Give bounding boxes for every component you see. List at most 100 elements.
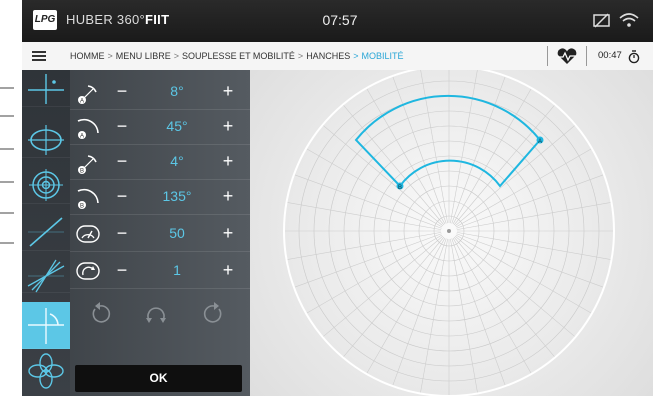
- svg-text:A: A: [80, 134, 84, 140]
- control-row: B − 4° +: [70, 144, 250, 180]
- breadcrumb-separator: >: [297, 51, 304, 61]
- increase-button[interactable]: +: [218, 150, 238, 172]
- control-row: − 1 +: [70, 253, 250, 289]
- breadcrumb-separator: >: [107, 51, 113, 61]
- grid-spoke: [286, 232, 442, 260]
- fan-sweep-icon: [27, 259, 65, 293]
- grid-spoke: [286, 202, 442, 230]
- control-row: A − 45° +: [70, 109, 250, 145]
- grid-spoke: [322, 124, 444, 227]
- heart-rate-icon[interactable]: [556, 48, 578, 65]
- angle-b-start-value: 4°: [170, 153, 184, 169]
- grid-spoke: [451, 238, 506, 387]
- grid-spoke: [420, 70, 448, 224]
- control-row: B − 135° +: [70, 179, 250, 215]
- grid-spoke: [392, 75, 447, 224]
- wifi-icon: [619, 13, 639, 27]
- breadcrumb-item-souplesse[interactable]: SOUPLESSE ET MOBILITÉ: [182, 51, 295, 61]
- grid-spoke: [453, 236, 556, 358]
- grid-spoke: [456, 202, 612, 230]
- cast-icon[interactable]: [592, 12, 612, 30]
- control-row: − 50 +: [70, 216, 250, 252]
- grid-spoke: [450, 238, 478, 394]
- repetitions-value: 1: [173, 262, 181, 278]
- grid-spoke: [455, 234, 593, 314]
- brand-prefix: HUBER 360°: [66, 12, 146, 27]
- mirror-arc-icon[interactable]: [142, 300, 170, 328]
- grid-spoke: [366, 87, 446, 225]
- grid-spoke: [293, 174, 442, 229]
- arc-small-b-icon: B: [78, 155, 97, 175]
- grid-spoke: [305, 234, 443, 314]
- increase-button[interactable]: +: [218, 115, 238, 137]
- mode-spiral[interactable]: [22, 167, 70, 204]
- status-clock: 07:57: [322, 12, 358, 28]
- diagonal-line-icon: [28, 217, 64, 247]
- rotate-right-icon[interactable]: [200, 300, 228, 328]
- decrease-button[interactable]: −: [112, 80, 132, 102]
- decrease-button[interactable]: −: [112, 185, 132, 207]
- grid-spoke: [455, 148, 593, 228]
- left-guide-ticks: [0, 87, 14, 244]
- point-a-label: A: [538, 139, 542, 145]
- ok-button[interactable]: OK: [75, 365, 242, 392]
- mode-ellipse[interactable]: [22, 121, 70, 158]
- arc-large-b-icon: B: [77, 188, 99, 210]
- mode-point[interactable]: [22, 70, 70, 107]
- grid-center: [447, 229, 451, 233]
- session-timer: 00:47: [598, 50, 622, 61]
- grid-spoke: [293, 233, 442, 288]
- divider: [547, 46, 548, 66]
- grid-spoke: [392, 238, 447, 387]
- crosshair-arc-icon: [28, 308, 64, 344]
- grid-spoke: [456, 233, 605, 288]
- grid-spoke: [454, 124, 576, 227]
- rotate-left-icon[interactable]: [86, 300, 114, 328]
- breadcrumb-separator: >: [353, 51, 359, 61]
- mode-fan[interactable]: [22, 256, 70, 293]
- stopwatch-icon[interactable]: [628, 50, 640, 64]
- polar-diagram[interactable]: A B: [250, 70, 653, 396]
- speed-value: 50: [169, 225, 185, 241]
- decrease-button[interactable]: −: [112, 259, 132, 281]
- polar-grid: [284, 70, 614, 396]
- decrease-button[interactable]: −: [112, 150, 132, 172]
- menu-icon[interactable]: [32, 50, 46, 62]
- breadcrumb-item-menu-libre[interactable]: MENU LIBRE: [116, 51, 171, 61]
- crosshair-point-icon: [28, 74, 64, 104]
- divider: [586, 46, 587, 66]
- grid-spoke: [420, 238, 448, 394]
- speedometer-icon: [76, 225, 100, 243]
- polar-grid-view[interactable]: A B: [250, 70, 653, 396]
- brand-suffix: FIIT: [145, 12, 170, 27]
- angle-a-start-value: 8°: [170, 83, 184, 99]
- svg-text:B: B: [80, 204, 84, 210]
- arc-small-a-icon: A: [78, 85, 97, 105]
- mode-flower[interactable]: [22, 351, 70, 391]
- grid-spoke: [456, 174, 605, 229]
- clover-icon: [28, 353, 64, 389]
- decrease-button[interactable]: −: [112, 222, 132, 244]
- grid-spoke: [322, 235, 444, 338]
- angle-b-range-value: 135°: [162, 188, 192, 204]
- arc-large-a-icon: A: [77, 118, 99, 140]
- grid-spoke: [452, 237, 532, 375]
- increase-button[interactable]: +: [218, 222, 238, 244]
- increase-button[interactable]: +: [218, 259, 238, 281]
- ellipse-icon: [28, 125, 64, 155]
- repeat-icon: [76, 262, 100, 280]
- breadcrumb-item-hanches[interactable]: HANCHES: [306, 51, 350, 61]
- breadcrumb-item-homme[interactable]: HOMME: [70, 51, 105, 61]
- decrease-button[interactable]: −: [112, 115, 132, 137]
- grid-spoke: [456, 232, 612, 260]
- mode-diagonal[interactable]: [22, 214, 70, 251]
- breadcrumb-separator: >: [173, 51, 180, 61]
- grid-spoke: [452, 87, 532, 225]
- increase-button[interactable]: +: [218, 80, 238, 102]
- angle-a-range-value: 45°: [166, 118, 188, 134]
- control-row: A − 8° +: [70, 74, 250, 110]
- mode-arc-active[interactable]: [22, 302, 70, 349]
- device-brand: HUBER 360°FIIT: [66, 10, 169, 30]
- increase-button[interactable]: +: [218, 185, 238, 207]
- breadcrumb-current: MOBILITÉ: [361, 51, 404, 61]
